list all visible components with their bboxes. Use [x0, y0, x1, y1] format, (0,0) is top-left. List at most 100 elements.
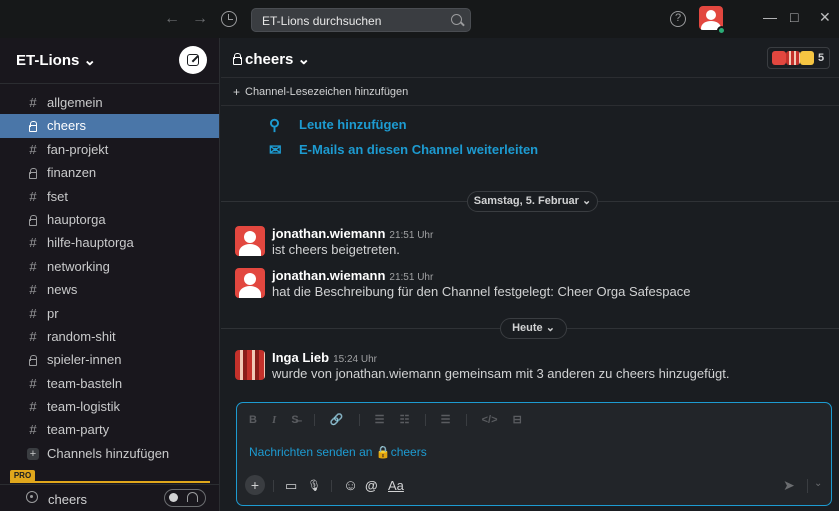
- member-list-button[interactable]: 5: [767, 47, 830, 69]
- video-icon[interactable]: ▭: [285, 475, 297, 497]
- email-icon: ✉: [269, 142, 282, 159]
- sidebar-channel-networking[interactable]: # networking: [0, 255, 220, 278]
- mention-icon[interactable]: @: [365, 475, 378, 497]
- forward-arrow-icon[interactable]: →: [192, 11, 208, 27]
- back-arrow-icon[interactable]: ←: [164, 11, 180, 27]
- sidebar-channel-finanzen[interactable]: finanzen: [0, 161, 220, 184]
- format-toolbar: B I S̶ 🔗 ☰ ☷ ☰ </> ⊟: [249, 413, 534, 429]
- plus-icon: +: [27, 447, 39, 460]
- hash-icon: #: [29, 282, 37, 298]
- channel-label: random-shit: [47, 328, 116, 344]
- message-avatar[interactable]: [235, 350, 265, 380]
- workspace-name[interactable]: ET-Lions ⌄: [16, 51, 96, 69]
- sidebar-channel-fset[interactable]: # fset: [0, 185, 220, 208]
- sidebar: ET-Lions ⌄ # allgemein cheers # fan-projekt f…: [0, 38, 220, 511]
- history-clock-icon[interactable]: [221, 11, 237, 27]
- plus-icon[interactable]: +: [233, 85, 240, 99]
- sidebar-channel-spieler-innen[interactable]: spieler-innen: [0, 348, 220, 371]
- date-divider-today[interactable]: Heute ⌄: [500, 318, 567, 339]
- hash-icon: #: [29, 328, 37, 344]
- channel-title[interactable]: cheers ⌄: [233, 50, 310, 68]
- sidebar-channel-team-party[interactable]: # team-party: [0, 418, 220, 441]
- workspace-header: ET-Lions ⌄: [0, 38, 220, 84]
- channel-label: team-party: [47, 422, 110, 438]
- channel-label: team-basteln: [47, 375, 123, 391]
- ordered-list-icon[interactable]: ☰: [375, 413, 385, 426]
- channel-label: hauptorga: [47, 211, 106, 227]
- close-button[interactable]: ✕: [819, 9, 831, 26]
- sidebar-channel-pr[interactable]: # pr: [0, 302, 220, 325]
- toggle-knob: [169, 493, 178, 502]
- message-time[interactable]: 21:51 Uhr: [389, 272, 433, 283]
- search-input[interactable]: ET-Lions durchsuchen: [262, 14, 381, 28]
- sidebar-channel-random-shit[interactable]: # random-shit: [0, 325, 220, 348]
- lock-icon: [26, 208, 40, 231]
- sidebar-channel-fan-projekt[interactable]: # fan-projekt: [0, 138, 220, 161]
- sidebar-channel-hauptorga[interactable]: hauptorga: [0, 208, 220, 231]
- help-icon[interactable]: ?: [670, 11, 686, 27]
- hash-icon: #: [29, 399, 37, 415]
- compose-button[interactable]: [179, 46, 207, 74]
- code-icon[interactable]: </>: [482, 414, 498, 426]
- date-divider-saturday[interactable]: Samstag, 5. Februar ⌄: [467, 191, 598, 212]
- compose-icon: [187, 54, 199, 66]
- microphone-icon[interactable]: 🎙: [307, 475, 321, 497]
- maximize-button[interactable]: □: [790, 9, 798, 25]
- add-bookmark-link[interactable]: Channel-Lesezeichen hinzufügen: [245, 86, 408, 98]
- sidebar-channel-news[interactable]: # news: [0, 278, 220, 301]
- huddle-channel-label[interactable]: cheers: [48, 492, 87, 507]
- sidebar-channel-cheers[interactable]: cheers: [0, 114, 219, 138]
- message-time[interactable]: 21:51 Uhr: [389, 230, 433, 241]
- bold-icon[interactable]: B: [249, 414, 257, 426]
- message-time[interactable]: 15:24 Uhr: [333, 354, 377, 365]
- toolbar-divider: [273, 480, 274, 492]
- blockquote-icon[interactable]: ☰: [441, 413, 451, 426]
- schedule-chevron-icon[interactable]: ⌄: [814, 478, 822, 489]
- message-composer: B I S̶ 🔗 ☰ ☷ ☰ </> ⊟ Nachrichten senden …: [236, 402, 832, 506]
- add-channels-button[interactable]: + Channels hinzufügen: [0, 442, 220, 465]
- channel-label: allgemein: [47, 95, 103, 110]
- bullet-list-icon[interactable]: ☷: [400, 413, 410, 426]
- message-text: ist cheers beigetreten.: [272, 242, 400, 257]
- minimize-button[interactable]: —: [763, 9, 777, 25]
- sidebar-channel-team-basteln[interactable]: # team-basteln: [0, 372, 220, 395]
- message-text: hat die Beschreibung für den Channel fes…: [272, 284, 691, 299]
- text-format-icon[interactable]: Aa: [388, 475, 404, 497]
- channel-label: news: [47, 282, 78, 298]
- hash-icon: #: [29, 95, 37, 110]
- channel-title-text: cheers ⌄: [245, 51, 311, 68]
- slack-window: ← → ET-Lions durchsuchen ? — □ ✕ ET-Lion…: [0, 0, 839, 511]
- huddle-toggle[interactable]: [164, 489, 206, 507]
- channel-label: fset: [47, 188, 68, 204]
- huddle-bar: cheers: [0, 484, 220, 511]
- code-block-icon[interactable]: ⊟: [513, 413, 522, 426]
- emoji-icon[interactable]: ☺: [343, 475, 358, 497]
- toolbar-divider: [358, 414, 360, 427]
- channel-header: cheers ⌄ 5: [221, 38, 839, 78]
- lock-icon: [26, 348, 40, 371]
- message-author[interactable]: jonathan.wiemann 21:51 Uhr: [272, 226, 433, 241]
- strikethrough-icon[interactable]: S̶: [291, 414, 298, 426]
- search-icon[interactable]: [451, 14, 462, 25]
- toolbar-divider: [424, 414, 426, 427]
- channel-label: cheers: [47, 118, 87, 134]
- message-author[interactable]: Inga Lieb 15:24 Uhr: [272, 350, 377, 365]
- search-bar[interactable]: ET-Lions durchsuchen: [251, 8, 471, 32]
- message-author[interactable]: jonathan.wiemann 21:51 Uhr: [272, 268, 433, 283]
- add-person-icon: ⚲: [269, 117, 280, 134]
- message-avatar[interactable]: [235, 268, 265, 298]
- lock-icon: [26, 161, 40, 184]
- hash-icon: #: [29, 141, 37, 157]
- italic-icon[interactable]: I: [272, 414, 276, 426]
- add-people-label: Leute hinzufügen: [299, 117, 407, 132]
- attach-plus-button[interactable]: +: [245, 475, 265, 495]
- sidebar-channel-allgemein[interactable]: # allgemein: [0, 91, 220, 114]
- message-avatar[interactable]: [235, 226, 265, 256]
- hash-icon: #: [29, 305, 37, 321]
- channel-label: team-logistik: [47, 399, 120, 415]
- message-input[interactable]: Nachrichten senden an 🔒cheers: [249, 445, 427, 459]
- link-icon[interactable]: 🔗: [330, 413, 344, 426]
- sidebar-channel-hilfe-hauptorga[interactable]: # hilfe-hauptorga: [0, 231, 220, 254]
- sidebar-channel-team-logistik[interactable]: # team-logistik: [0, 395, 220, 418]
- send-icon[interactable]: ➤: [783, 477, 795, 494]
